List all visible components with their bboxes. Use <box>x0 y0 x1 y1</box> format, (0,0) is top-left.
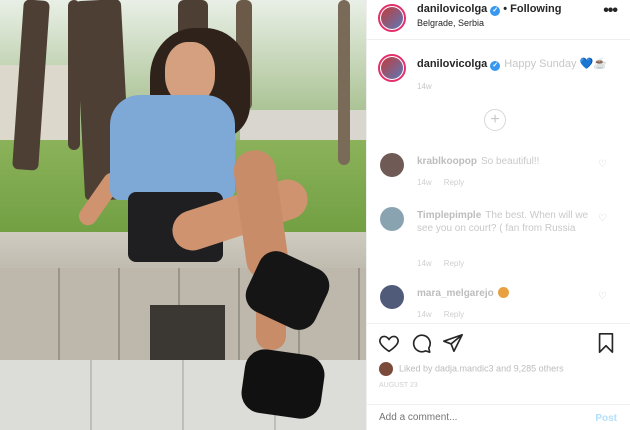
comment-time: 14w <box>417 178 432 187</box>
tree-trunk <box>338 0 350 165</box>
post-sidebar: danilovicolga ✓ • Following Belgrade, Serbi… <box>366 0 630 430</box>
caption-emoji: 💙☕ <box>579 58 607 70</box>
comment-avatar[interactable] <box>380 153 404 177</box>
paper-plane-icon[interactable] <box>442 332 464 354</box>
comment-like-heart-icon[interactable]: ♡ <box>598 213 607 224</box>
avatar[interactable] <box>378 4 406 32</box>
comment-like-heart-icon[interactable]: ♡ <box>598 291 607 302</box>
comment-avatar[interactable] <box>380 285 404 309</box>
likes-count[interactable]: Liked by dadja.mandic3 and 9,285 others <box>399 363 564 373</box>
bookmark-icon[interactable] <box>595 332 617 354</box>
likes-row: Liked by dadja.mandic3 and 9,285 others <box>379 362 624 376</box>
reply-button[interactable]: Reply <box>444 310 464 319</box>
heart-icon[interactable] <box>378 332 400 354</box>
comment-avatar[interactable] <box>380 207 404 231</box>
post-photo[interactable] <box>0 0 366 430</box>
following-button[interactable]: Following <box>510 3 561 15</box>
post-button[interactable]: Post <box>595 413 617 424</box>
verified-badge-icon: ✓ <box>490 6 501 16</box>
liker-avatar <box>379 362 393 376</box>
more-options-icon[interactable]: ••• <box>603 2 618 20</box>
person-shirt <box>110 95 235 200</box>
comment-username[interactable]: Timplepimple <box>417 210 481 221</box>
add-comment-bar: Post <box>367 404 630 430</box>
action-bar <box>367 323 630 354</box>
post-header: danilovicolga ✓ • Following Belgrade, Serbi… <box>367 0 630 40</box>
separator-dot: • <box>503 3 508 15</box>
tree-trunk <box>68 0 80 150</box>
comment-input[interactable] <box>379 412 579 423</box>
post-date: AUGUST 23 <box>379 382 418 389</box>
username-link[interactable]: danilovicolga <box>417 3 487 15</box>
load-more-comments-button[interactable]: + <box>484 109 506 131</box>
comment-meta: 14w Reply <box>417 259 476 268</box>
comment-like-heart-icon[interactable]: ♡ <box>598 159 607 170</box>
comment-meta: 14w Reply <box>417 178 476 187</box>
comment-username[interactable]: krablkoopop <box>417 156 477 167</box>
verified-badge-icon: ✓ <box>490 61 501 71</box>
username-link[interactable]: danilovicolga <box>417 58 487 70</box>
comment-time: 14w <box>417 259 432 268</box>
avatar-image <box>381 7 403 29</box>
caption-timestamp: 14w <box>417 82 432 91</box>
comment-text-row: krablkoopop So beautiful!! <box>417 155 597 168</box>
location-link[interactable]: Belgrade, Serbia <box>417 18 484 28</box>
person-shoe <box>238 346 328 422</box>
comment-username[interactable]: mara_melgarejo <box>417 288 494 299</box>
comment-text-row: Timplepimple The best. When will we see y… <box>417 209 597 235</box>
caption-row: danilovicolga ✓ Happy Sunday 💙☕ <box>417 57 607 71</box>
header-username-row: danilovicolga ✓ • Following <box>417 3 561 16</box>
comment-time: 14w <box>417 310 432 319</box>
caption-text: Happy Sunday <box>504 58 577 70</box>
comment-meta: 14w Reply <box>417 310 476 319</box>
emoji-icon <box>497 287 509 298</box>
reply-button[interactable]: Reply <box>444 178 464 187</box>
avatar-image <box>381 57 403 79</box>
comment-text-row: mara_melgarejo <box>417 287 597 300</box>
reply-button[interactable]: Reply <box>444 259 464 268</box>
avatar[interactable] <box>378 54 406 82</box>
comment-icon[interactable] <box>410 332 432 354</box>
comment-text: So beautiful!! <box>481 156 540 167</box>
